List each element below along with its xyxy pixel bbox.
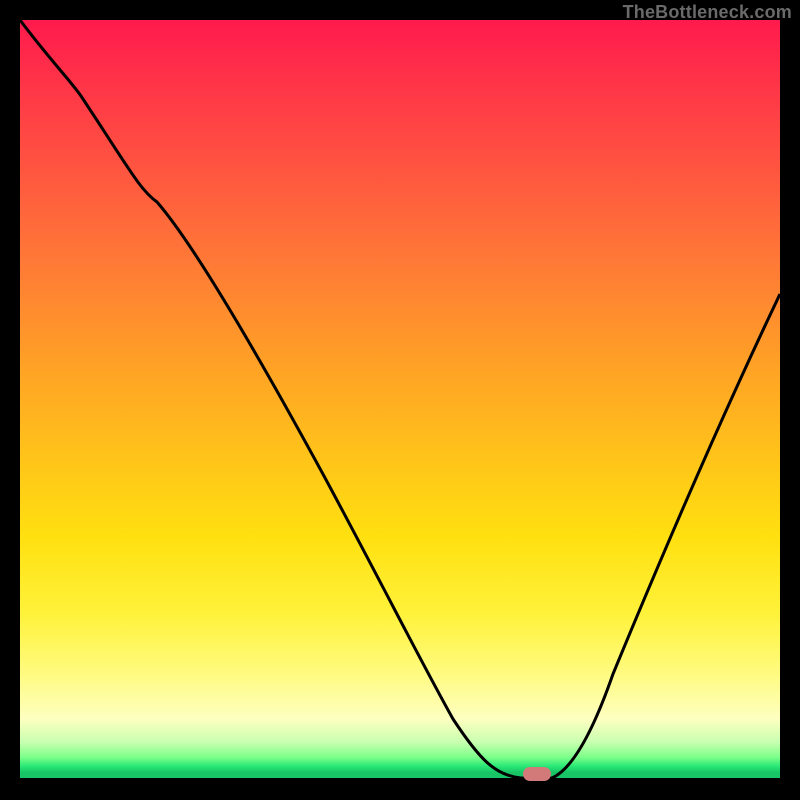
chart-frame: TheBottleneck.com: [0, 0, 800, 800]
plot-area: [20, 20, 780, 780]
curve-path: [20, 20, 780, 778]
bottleneck-curve: [20, 20, 780, 780]
watermark-text: TheBottleneck.com: [623, 2, 792, 23]
optimal-marker: [523, 767, 551, 781]
